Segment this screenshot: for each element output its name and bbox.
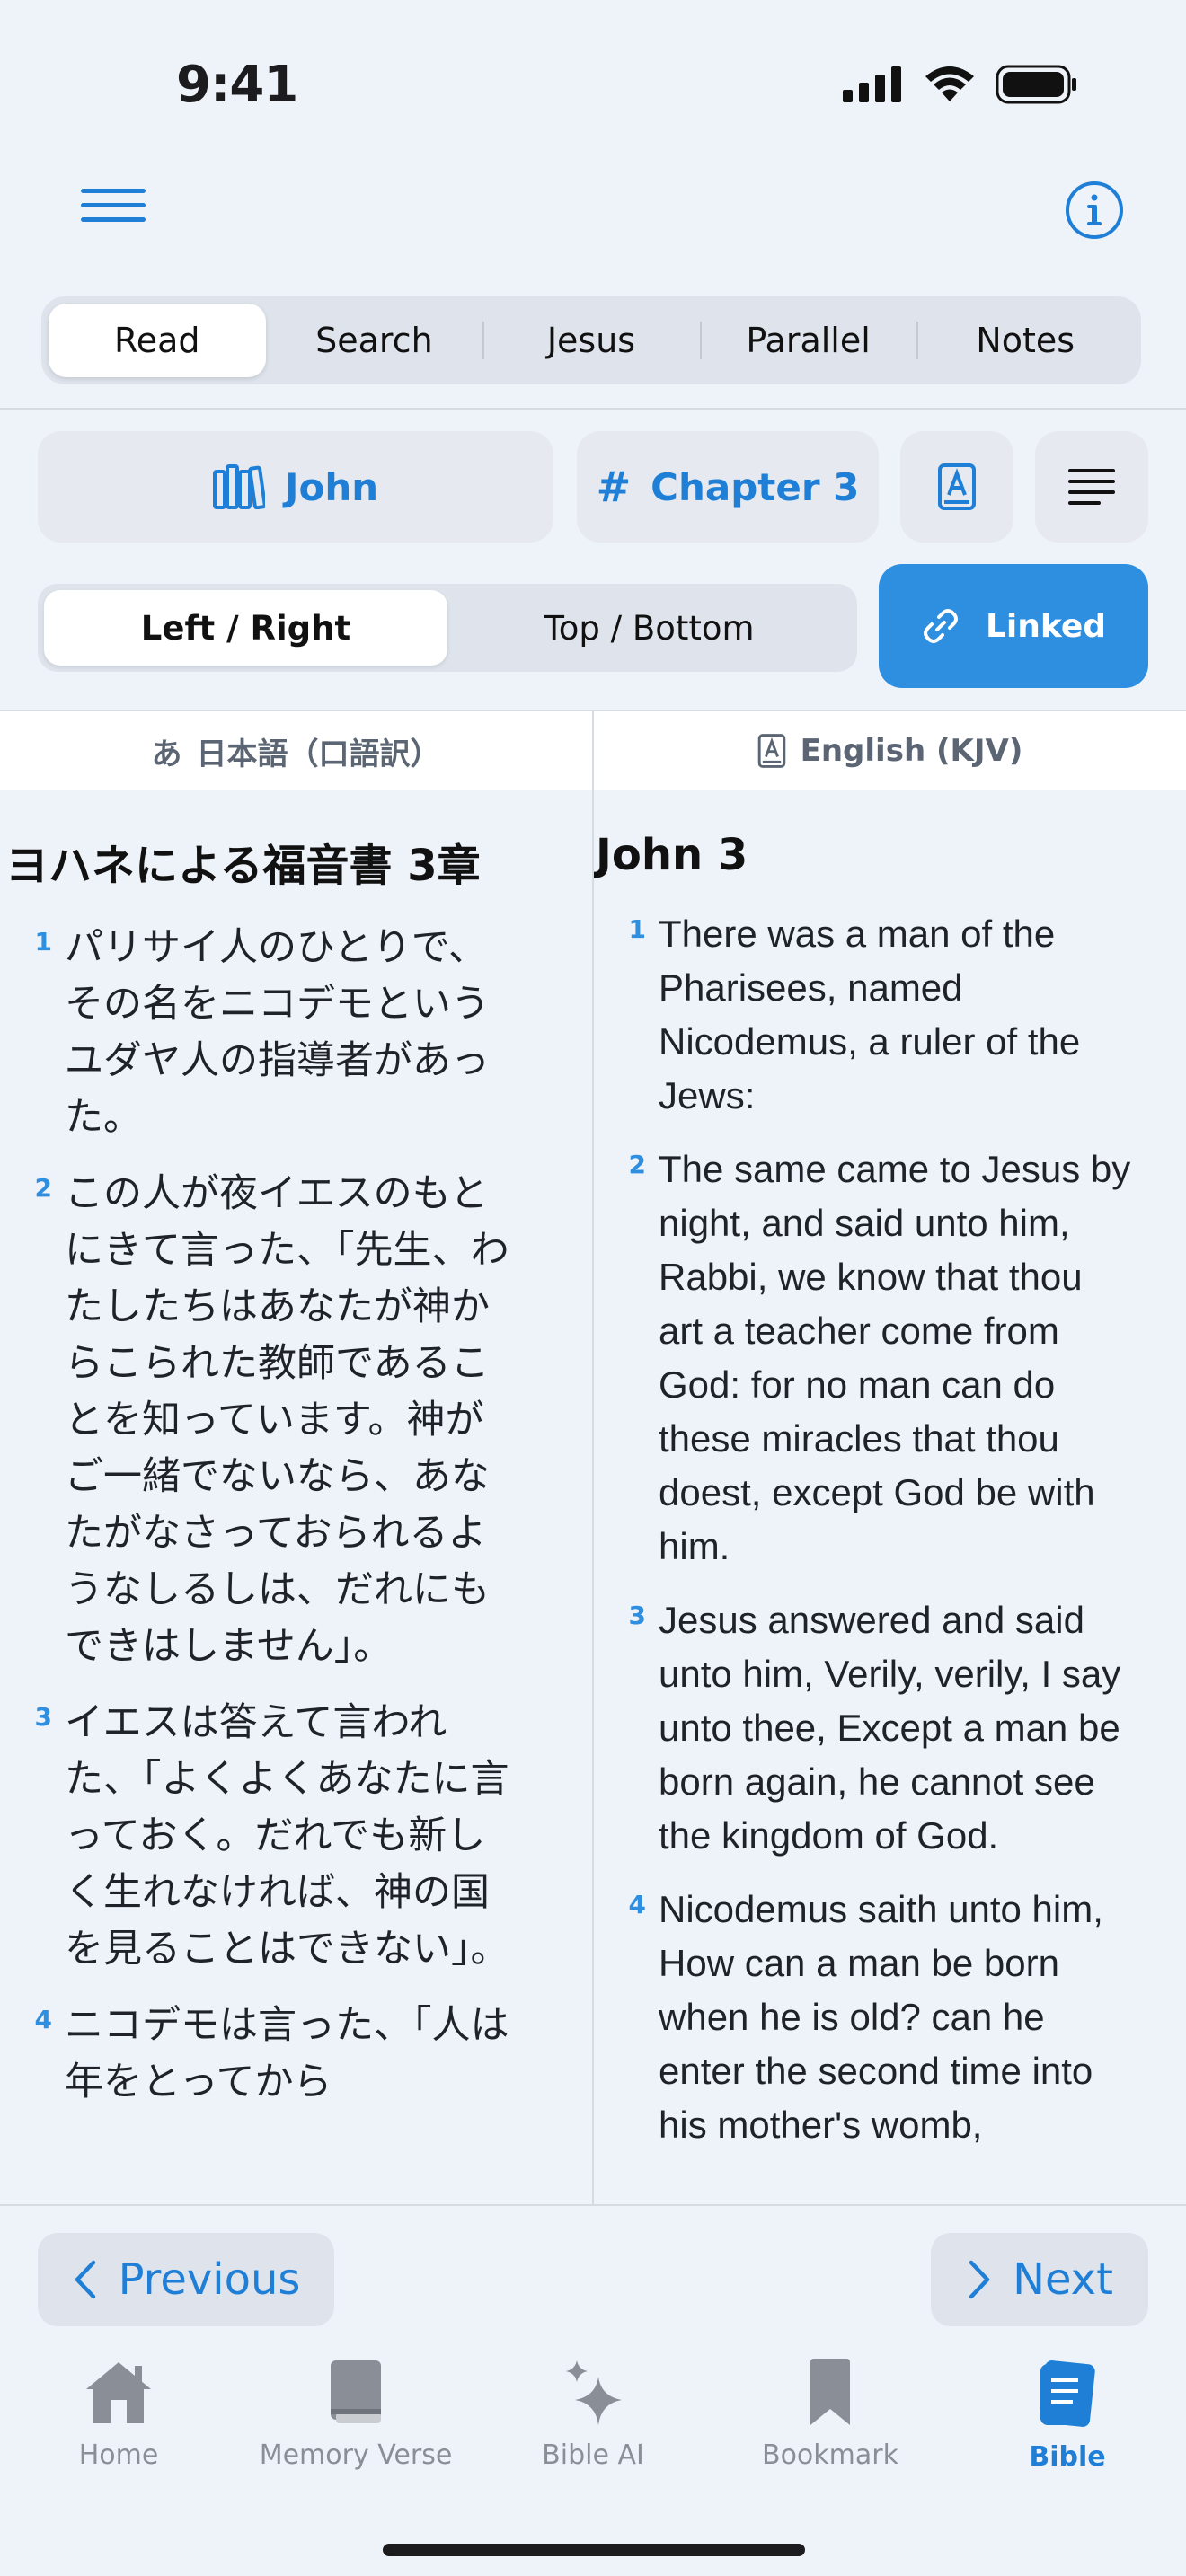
- verse-number: 1: [34, 927, 52, 957]
- previous-chapter-button[interactable]: Previous: [38, 2233, 334, 2326]
- tabbar-label: Home: [78, 2439, 159, 2471]
- verse[interactable]: 2 この人が夜イエスのもとにきて言った、「先生、わたしたちはあなたが神からこられ…: [0, 1166, 592, 1675]
- chevron-right-icon: [969, 2260, 990, 2299]
- verse[interactable]: 4 ニコデモは言った、「人は年をとってから: [0, 1998, 592, 2111]
- wifi-icon: [925, 66, 974, 101]
- tabbar-label: Bible AI: [542, 2439, 644, 2471]
- tabbar-bible[interactable]: Bible: [949, 2359, 1186, 2511]
- layout-left-right-option[interactable]: Left / Right: [44, 590, 447, 666]
- linked-label: Linked: [985, 607, 1107, 645]
- text-options-button[interactable]: [1035, 431, 1148, 543]
- translation-book-icon: [938, 463, 976, 510]
- verse[interactable]: 1 There was a man of the Pharisees, name…: [594, 907, 1186, 1123]
- verse-text: Nicodemus saith unto him, How can a man …: [659, 1888, 1103, 2146]
- verse-number: 2: [34, 1173, 52, 1203]
- chevron-left-icon: [75, 2260, 95, 2299]
- chapter-selector-button[interactable]: # Chapter 3: [577, 431, 879, 543]
- book-icon: [331, 2360, 381, 2423]
- tabbar-memory-verse[interactable]: Memory Verse: [237, 2359, 474, 2511]
- menu-button[interactable]: [81, 189, 146, 234]
- verse-text: There was a man of the Pharisees, named …: [659, 913, 1081, 1116]
- tabbar-bookmark[interactable]: Bookmark: [712, 2359, 949, 2511]
- home-indicator: [383, 2544, 805, 2556]
- verse-number: 3: [628, 1601, 646, 1630]
- tabbar-label: Memory Verse: [259, 2439, 453, 2471]
- verse-text: パリサイ人のひとりで、その名をニコデモというユダヤ人の指導者があった。: [65, 925, 490, 1140]
- link-icon: [923, 609, 958, 643]
- verse-text: Jesus answered and said unto him, Verily…: [659, 1599, 1121, 1857]
- tabbar-bible-ai[interactable]: Bible AI: [474, 2359, 712, 2511]
- verse[interactable]: 4 Nicodemus saith unto him, How can a ma…: [594, 1883, 1186, 2152]
- home-icon: [86, 2362, 151, 2423]
- bible-icon: [1040, 2360, 1095, 2427]
- chapter-title: John 3: [596, 830, 748, 880]
- book-selector-button[interactable]: John: [38, 431, 553, 543]
- chapter-title: ヨハネによる福音書 3章: [5, 841, 481, 891]
- hamburger-icon: [81, 189, 146, 193]
- sparkle-icon: [566, 2360, 622, 2425]
- previous-label: Previous: [118, 2254, 301, 2305]
- divider: [0, 408, 1186, 410]
- tabbar-label: Bible: [1029, 2441, 1106, 2473]
- verse[interactable]: 3 イエスは答えて言われた、「よくよくあなたに言っておく。だれでも新しく生れなけ…: [0, 1695, 592, 1978]
- verse-number: 4: [34, 2005, 52, 2034]
- tab-search[interactable]: Search: [266, 304, 483, 377]
- tab-bar: Home Memory Verse Bible AI Bookmark Bibl…: [0, 2359, 1186, 2511]
- tab-parallel[interactable]: Parallel: [699, 304, 917, 377]
- verse-number: 1: [628, 914, 646, 944]
- verse-text: ニコデモは言った、「人は年をとってから: [65, 2003, 509, 2104]
- verse-number: 2: [628, 1150, 646, 1179]
- bottom-area: Previous Next Home Memory Verse Bible AI…: [0, 2204, 1186, 2576]
- tabbar-label: Bookmark: [762, 2439, 898, 2471]
- next-label: Next: [1013, 2254, 1113, 2305]
- chapter-name: Chapter 3: [651, 464, 860, 509]
- verse-number: 3: [34, 1702, 52, 1732]
- signal-icon: [843, 66, 901, 102]
- japanese-glyph-icon: あ: [151, 736, 182, 772]
- right-column-header[interactable]: English (KJV): [594, 711, 1186, 790]
- left-text-column[interactable]: ヨハネによる福音書 3章 1 パリサイ人のひとりで、その名をニコデモというユダヤ…: [0, 790, 592, 2204]
- info-icon[interactable]: [1064, 180, 1125, 241]
- bookmark-icon: [810, 2359, 850, 2425]
- next-chapter-button[interactable]: Next: [931, 2233, 1148, 2326]
- status-bar: 9:41: [0, 0, 1186, 171]
- left-column-header[interactable]: あ 日本語（口語訳）: [0, 711, 592, 790]
- translation-book-icon: [757, 734, 785, 768]
- verse[interactable]: 2 The same came to Jesus by night, and s…: [594, 1142, 1186, 1574]
- tab-notes[interactable]: Notes: [916, 304, 1134, 377]
- layout-toggle: Left / Right Top / Bottom: [38, 584, 857, 672]
- right-text-column[interactable]: John 3 1 There was a man of the Pharisee…: [594, 790, 1186, 2204]
- verse[interactable]: 1 パリサイ人のひとりで、その名をニコデモというユダヤ人の指導者があった。: [0, 920, 592, 1146]
- main-tabs: Read Search Jesus Parallel Notes: [41, 296, 1141, 384]
- battery-icon: [996, 65, 1076, 104]
- hash-icon: #: [596, 463, 632, 511]
- tab-read[interactable]: Read: [49, 304, 266, 377]
- right-translation-name: English (KJV): [800, 733, 1023, 769]
- book-name: John: [284, 464, 379, 509]
- tabbar-home[interactable]: Home: [0, 2359, 237, 2511]
- tab-jesus[interactable]: Jesus: [482, 304, 700, 377]
- verse-text: The same came to Jesus by night, and sai…: [659, 1148, 1131, 1567]
- status-time: 9:41: [176, 56, 298, 114]
- left-translation-name: 日本語（口語訳）: [196, 736, 441, 772]
- translation-button[interactable]: [900, 431, 1013, 543]
- verse-text: この人が夜イエスのもとにきて言った、「先生、わたしたちはあなたが神からこられた教…: [65, 1171, 509, 1669]
- layout-top-bottom-option[interactable]: Top / Bottom: [447, 590, 851, 666]
- verse-number: 4: [628, 1890, 646, 1919]
- books-icon: [212, 464, 265, 509]
- text-lines-icon: [1068, 469, 1115, 505]
- verse[interactable]: 3 Jesus answered and said unto him, Veri…: [594, 1593, 1186, 1863]
- linked-scroll-button[interactable]: Linked: [879, 564, 1148, 688]
- verse-text: イエスは答えて言われた、「よくよくあなたに言っておく。だれでも新しく生れなければ…: [65, 1700, 509, 1972]
